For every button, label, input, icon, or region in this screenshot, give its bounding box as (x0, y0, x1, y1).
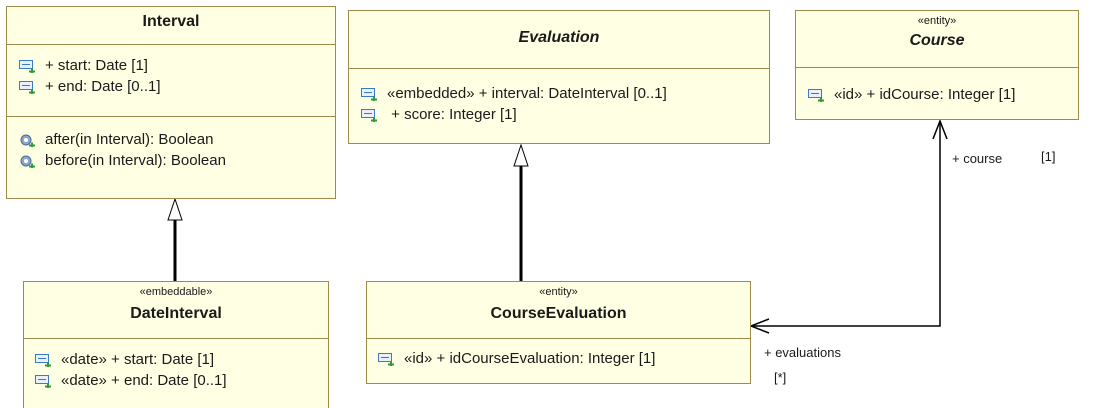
attribute-icon (808, 88, 824, 102)
association-line (751, 121, 941, 327)
class-dateinterval[interactable]: «embeddable» DateInterval «date» + start… (23, 281, 329, 408)
class-header: «entity» CourseEvaluation (367, 282, 750, 339)
attribute-text: «date» + start: Date [1] (61, 351, 215, 368)
association-multiplicity-evaluations: [*] (774, 370, 787, 385)
class-header: «embeddable» DateInterval (24, 282, 328, 339)
attributes-compartment: «id» + idCourse: Integer [1] (796, 68, 1078, 105)
attribute-row[interactable]: + end: Date [0..1] (19, 76, 335, 97)
attribute-row[interactable]: «id» + idCourseEvaluation: Integer [1] (378, 348, 750, 369)
association-multiplicity-course: [1] (1041, 149, 1056, 164)
attributes-compartment: «date» + start: Date [1] «date» + end: D… (24, 339, 328, 391)
attribute-icon (35, 353, 51, 367)
attribute-icon (378, 352, 394, 366)
attribute-row[interactable]: + score: Integer [1] (361, 104, 769, 125)
operation-row[interactable]: after(in Interval): Boolean (19, 129, 335, 150)
attribute-text: «embedded» + interval: DateInterval [0..… (387, 85, 667, 102)
attribute-row[interactable]: + start: Date [1] (19, 55, 335, 76)
class-header: Evaluation (349, 11, 769, 69)
class-stereotype: «embeddable» (139, 286, 213, 298)
attribute-row[interactable]: «embedded» + interval: DateInterval [0..… (361, 83, 769, 104)
class-course[interactable]: «entity» Course «id» + idCourse: Integer… (795, 10, 1079, 120)
attributes-compartment: «id» + idCourseEvaluation: Integer [1] (367, 339, 750, 369)
attribute-icon (19, 59, 35, 73)
association-role-course: + course (952, 151, 1003, 166)
attribute-row[interactable]: «id» + idCourse: Integer [1] (808, 84, 1078, 105)
class-header: «entity» Course (796, 11, 1078, 68)
class-stereotype: «entity» (539, 286, 578, 298)
attribute-row[interactable]: «date» + start: Date [1] (35, 349, 328, 370)
class-name: DateInterval (130, 305, 222, 322)
operation-icon (19, 133, 35, 147)
class-interval[interactable]: Interval + start: Date [1] + end: Date [… (6, 6, 336, 199)
operation-text: before(in Interval): Boolean (45, 152, 226, 169)
class-name: Evaluation (518, 29, 600, 46)
generalization-arrowhead-interval (167, 197, 183, 221)
operation-icon (19, 154, 35, 168)
operation-text: after(in Interval): Boolean (45, 131, 214, 148)
attribute-icon (35, 374, 51, 388)
attributes-compartment: «embedded» + interval: DateInterval [0..… (349, 69, 769, 125)
class-evaluation[interactable]: Evaluation «embedded» + interval: DateIn… (348, 10, 770, 144)
attribute-text: «id» + idCourseEvaluation: Integer [1] (404, 350, 656, 367)
class-stereotype: «entity» (917, 15, 957, 27)
class-name: Interval (142, 13, 200, 30)
association-role-evaluations: + evaluations (764, 345, 841, 360)
generalization-arrowhead-evaluation (513, 143, 529, 167)
attribute-icon (19, 80, 35, 94)
class-name: CourseEvaluation (490, 305, 627, 322)
operations-compartment: after(in Interval): Boolean before(in In… (7, 117, 335, 171)
attribute-text: + end: Date [0..1] (45, 78, 161, 95)
attribute-row[interactable]: «date» + end: Date [0..1] (35, 370, 328, 391)
attribute-text: «date» + end: Date [0..1] (61, 372, 227, 389)
attribute-text: + score: Integer [1] (387, 106, 517, 123)
class-name: Course (909, 32, 965, 49)
attribute-icon (361, 108, 377, 122)
attribute-text: «id» + idCourse: Integer [1] (834, 86, 1016, 103)
attribute-icon (361, 87, 377, 101)
operation-row[interactable]: before(in Interval): Boolean (19, 150, 335, 171)
class-courseevaluation[interactable]: «entity» CourseEvaluation «id» + idCours… (366, 281, 751, 384)
attribute-text: + start: Date [1] (45, 57, 148, 74)
class-header: Interval (7, 7, 335, 45)
attributes-compartment: + start: Date [1] + end: Date [0..1] (7, 45, 335, 117)
